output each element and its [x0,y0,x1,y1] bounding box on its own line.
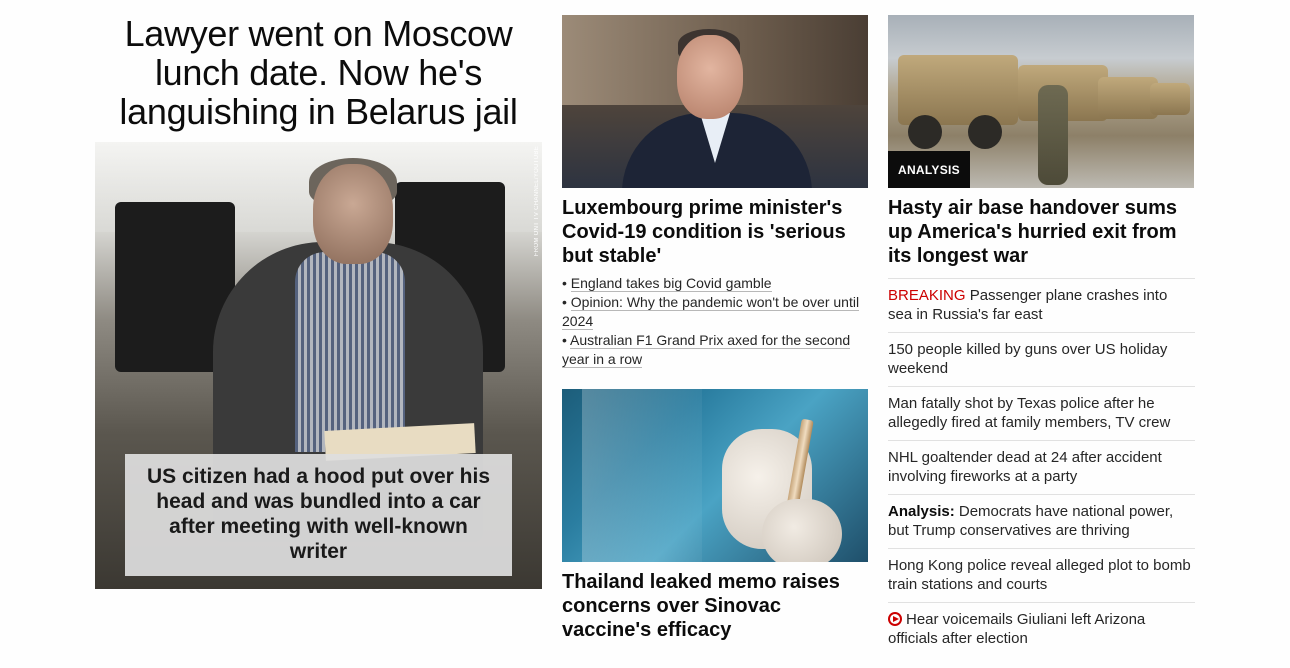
glove [762,499,842,562]
lead-caption[interactable]: US citizen had a hood put over his head … [125,454,512,576]
story-headline[interactable]: Thailand leaked memo raises concerns ove… [562,570,868,642]
list-item[interactable]: 150 people killed by guns over US holida… [888,332,1195,386]
play-icon [888,612,902,626]
right-column: ANALYSIS Hasty air base handover sums up… [888,15,1195,656]
lead-headline[interactable]: Lawyer went on Moscow lunch date. Now he… [95,14,542,131]
face-shield [582,389,702,562]
middle-column: Luxembourg prime minister's Covid-19 con… [562,15,868,641]
list-item[interactable]: BREAKING Passenger plane crashes into se… [888,278,1195,332]
related-links: • England takes big Covid gamble • Opini… [562,274,868,369]
analysis-label: Analysis: [888,503,955,520]
list-item[interactable]: Analysis: Democrats have national power,… [888,494,1195,548]
story-card: Luxembourg prime minister's Covid-19 con… [562,15,868,369]
lead-image[interactable]: FROM ONT TV CHANNEL/YOUTUBE US citizen h… [95,142,542,589]
soldier [1038,85,1068,185]
person-shirt [295,252,405,452]
person-head [313,164,393,264]
related-link[interactable]: • England takes big Covid gamble [562,274,868,293]
truck [898,55,1018,125]
breaking-label: BREAKING [888,287,966,304]
headline-list: BREAKING Passenger plane crashes into se… [888,278,1195,656]
story-headline[interactable]: Hasty air base handover sums up America'… [888,196,1195,268]
wheel [968,115,1002,149]
image-credit: FROM ONT TV CHANNEL/YOUTUBE [534,146,540,257]
truck [1098,77,1158,119]
list-item[interactable]: Hear voicemails Giuliani left Arizona of… [888,602,1195,656]
analysis-badge: ANALYSIS [888,151,970,188]
wheel [908,115,942,149]
list-item[interactable]: NHL goaltender dead at 24 after accident… [888,440,1195,494]
head [677,35,743,119]
story-image[interactable] [562,15,868,188]
truck [1150,83,1190,115]
list-item[interactable]: Man fatally shot by Texas police after h… [888,386,1195,440]
related-link[interactable]: • Australian F1 Grand Prix axed for the … [562,331,868,369]
story-image[interactable]: ANALYSIS [888,15,1194,188]
story-headline[interactable]: Luxembourg prime minister's Covid-19 con… [562,196,868,268]
related-link[interactable]: • Opinion: Why the pandemic won't be ove… [562,293,868,331]
lead-story: Lawyer went on Moscow lunch date. Now he… [95,14,542,589]
list-item[interactable]: Hong Kong police reveal alleged plot to … [888,548,1195,602]
story-card: Thailand leaked memo raises concerns ove… [562,389,868,642]
story-image[interactable] [562,389,868,562]
